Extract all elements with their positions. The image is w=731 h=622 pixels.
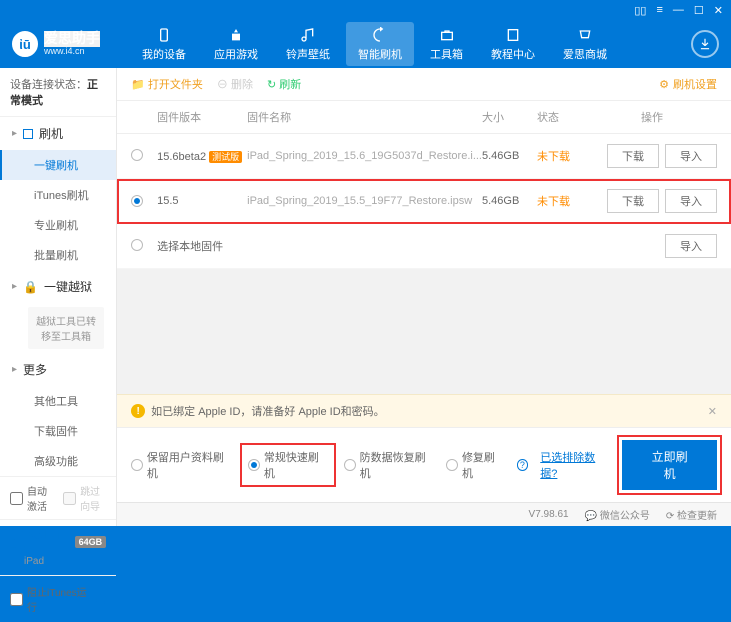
book-icon <box>504 26 522 44</box>
lock-icon[interactable]: ≡ <box>656 4 662 16</box>
maximize-icon[interactable]: ☐ <box>694 4 704 17</box>
main-panel: 📁 打开文件夹 ⊖ 删除 ↻ 刷新 ⚙ 刷机设置 固件版本 固件名称 大小 状态… <box>117 68 731 526</box>
local-firmware-row[interactable]: 选择本地固件 导入 <box>117 224 731 269</box>
flash-settings-button[interactable]: ⚙ 刷机设置 <box>659 76 717 92</box>
jailbreak-note: 越狱工具已转移至工具箱 <box>28 307 104 349</box>
device-capacity: 64GB <box>75 536 107 548</box>
device-type: iPad <box>24 556 106 567</box>
lock-icon: 🔒 <box>23 280 38 294</box>
status-bar: V7.98.61 💬 微信公众号 ⟳ 检查更新 <box>117 502 731 526</box>
block-itunes-checkbox[interactable]: 阻止iTunes运行 <box>10 584 91 614</box>
sidebar-item-itunes-flash[interactable]: iTunes刷机 <box>0 180 116 210</box>
toolbox-icon <box>438 26 456 44</box>
radio-icon[interactable] <box>131 195 143 207</box>
exclude-data-link[interactable]: 已选排除数据? <box>540 449 610 481</box>
firmware-row[interactable]: 15.6beta2测试版 iPad_Spring_2019_15.6_19G50… <box>117 134 731 179</box>
group-flash[interactable]: ▸ 刷机 <box>0 117 116 150</box>
nav-toolbox[interactable]: 工具箱 <box>418 22 475 66</box>
opt-normal-fast[interactable]: 常规快速刷机 <box>244 447 332 483</box>
wechat-link[interactable]: 💬 微信公众号 <box>585 507 650 522</box>
caret-icon: ▸ <box>12 128 17 139</box>
menu-icon[interactable]: ▯▯ <box>634 4 646 17</box>
close-icon[interactable]: ✕ <box>714 4 723 17</box>
radio-icon[interactable] <box>131 239 143 251</box>
connection-status: 设备连接状态：正常模式 <box>0 68 116 117</box>
caret-icon: ▸ <box>12 364 17 375</box>
download-button[interactable]: 下载 <box>607 144 659 168</box>
group-more[interactable]: ▸ 更多 <box>0 353 116 386</box>
music-icon <box>299 26 317 44</box>
opt-anti-recovery[interactable]: 防数据恢复刷机 <box>344 449 434 481</box>
sidebar-item-pro-flash[interactable]: 专业刷机 <box>0 210 116 240</box>
import-button[interactable]: 导入 <box>665 189 717 213</box>
import-button[interactable]: 导入 <box>665 234 717 258</box>
close-warning-icon[interactable]: ✕ <box>708 405 717 418</box>
phone-icon <box>155 26 173 44</box>
skip-guide-checkbox[interactable]: 跳过向导 <box>63 483 106 513</box>
sidebar-item-other-tools[interactable]: 其他工具 <box>0 386 116 416</box>
radio-icon[interactable] <box>131 149 143 161</box>
opt-repair[interactable]: 修复刷机 <box>446 449 504 481</box>
refresh-button[interactable]: ↻ 刷新 <box>267 76 301 92</box>
brand-sub: www.i4.cn <box>44 47 100 57</box>
brand-name: 爱思助手 <box>44 31 100 46</box>
sidebar-item-one-click-flash[interactable]: 一键刷机 <box>0 150 116 180</box>
sidebar-item-advanced[interactable]: 高级功能 <box>0 446 116 476</box>
help-icon[interactable]: ? <box>517 459 529 471</box>
app-logo: ἰū 爱思助手 www.i4.cn <box>12 31 100 57</box>
warning-icon: ! <box>131 404 145 418</box>
opt-keep-data[interactable]: 保留用户资料刷机 <box>131 449 232 481</box>
import-button[interactable]: 导入 <box>665 144 717 168</box>
table-header: 固件版本 固件名称 大小 状态 操作 <box>117 100 731 134</box>
nav-device[interactable]: 我的设备 <box>130 22 198 66</box>
warning-bar: ! 如已绑定 Apple ID，请准备好 Apple ID和密码。 ✕ <box>117 394 731 427</box>
caret-icon: ▸ <box>12 281 17 292</box>
sidebar-item-batch-flash[interactable]: 批量刷机 <box>0 240 116 270</box>
device-info[interactable]: ▯ iPad Air 3 64GB iPad <box>0 519 116 575</box>
firmware-row-selected[interactable]: 15.5 iPad_Spring_2019_15.5_19F77_Restore… <box>117 179 731 224</box>
nav-apps[interactable]: 应用游戏 <box>202 22 270 66</box>
group-jailbreak[interactable]: ▸ 🔒 一键越狱 <box>0 270 116 303</box>
delete-button: ⊖ 删除 <box>217 76 253 92</box>
check-update-link[interactable]: ⟳ 检查更新 <box>666 507 717 522</box>
sidebar: 设备连接状态：正常模式 ▸ 刷机 一键刷机 iTunes刷机 专业刷机 批量刷机… <box>0 68 117 526</box>
main-nav: 我的设备 应用游戏 铃声壁纸 智能刷机 工具箱 教程中心 爱思商城 <box>130 22 691 66</box>
nav-ringtone[interactable]: 铃声壁纸 <box>274 22 342 66</box>
logo-icon: ἰū <box>12 31 38 57</box>
version-label: V7.98.61 <box>529 509 569 520</box>
flash-now-button[interactable]: 立即刷机 <box>622 440 717 490</box>
nav-tutorial[interactable]: 教程中心 <box>479 22 547 66</box>
nav-store[interactable]: 爱思商城 <box>551 22 619 66</box>
auto-activate-checkbox[interactable]: 自动激活 <box>10 483 53 513</box>
apps-icon <box>227 26 245 44</box>
beta-badge: 测试版 <box>209 151 242 163</box>
cart-icon <box>576 26 594 44</box>
tablet-icon: ▯ <box>10 535 17 549</box>
flash-group-icon <box>23 129 33 139</box>
download-button[interactable]: 下载 <box>607 189 659 213</box>
nav-flash[interactable]: 智能刷机 <box>346 22 414 66</box>
minimize-icon[interactable]: — <box>673 4 684 16</box>
refresh-icon <box>371 26 389 44</box>
help-icon[interactable]: ? <box>95 593 106 605</box>
open-folder-button[interactable]: 📁 打开文件夹 <box>131 76 203 92</box>
sidebar-item-download-firmware[interactable]: 下载固件 <box>0 416 116 446</box>
download-manager-icon[interactable] <box>691 30 719 58</box>
